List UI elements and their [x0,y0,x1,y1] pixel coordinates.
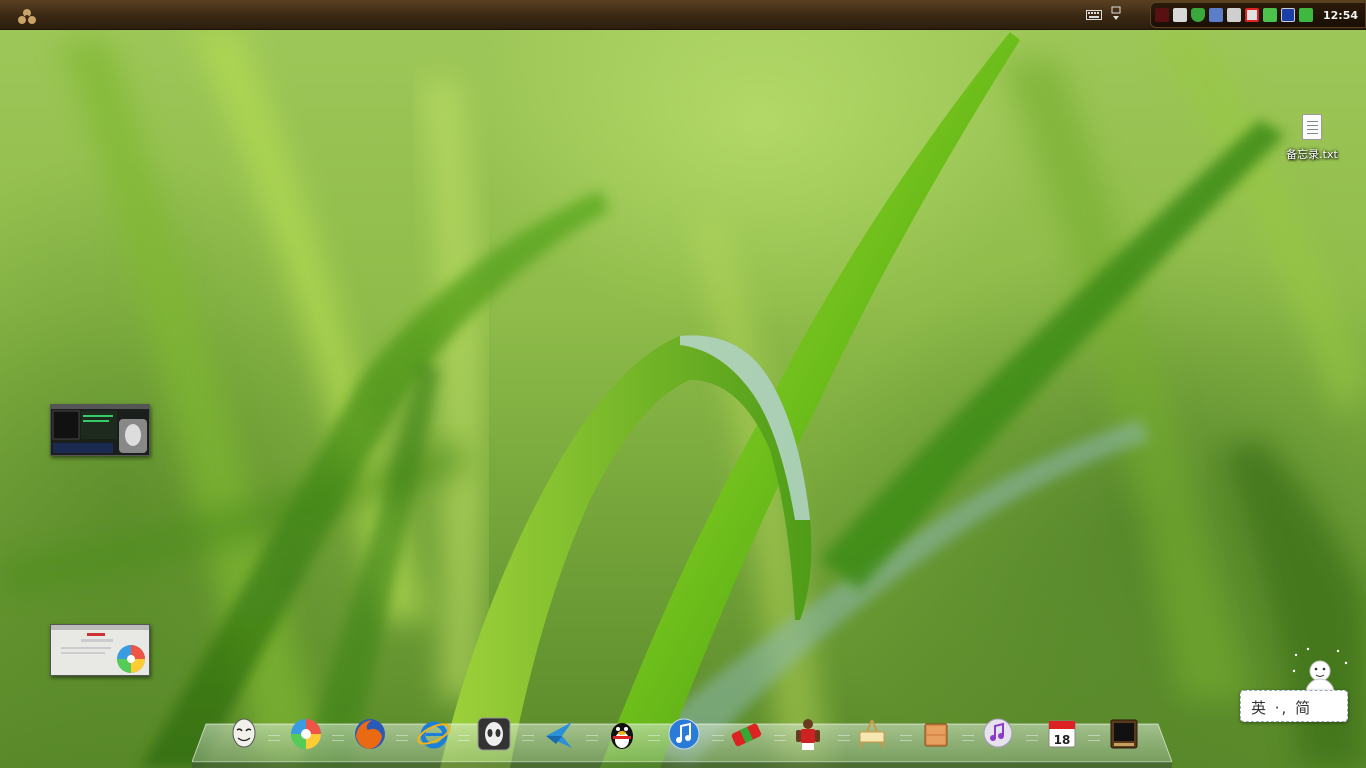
browser-preview-icon [51,625,149,673]
drawer-icon[interactable] [918,716,954,752]
dock-separator [396,735,408,741]
bluetooth-icon[interactable] [1227,8,1241,22]
dock-separator [332,735,344,741]
qq-penguin-icon[interactable] [604,716,640,752]
dock-separator [458,735,470,741]
dock-separator [838,735,850,741]
dock-separator [586,735,598,741]
toolbox-icon[interactable] [728,716,764,752]
window-thumbnail-player[interactable] [50,404,150,456]
network-arrows-icon[interactable] [1110,6,1122,24]
player-preview-icon [51,405,149,453]
dock-separator [712,735,724,741]
itunes-icon[interactable] [666,716,702,752]
dock-separator [962,735,974,741]
system-tray: 12:54 [1150,2,1366,28]
easel-icon[interactable] [854,716,890,752]
internet-explorer-icon[interactable] [416,716,452,752]
text-file-icon [1302,114,1322,140]
firefox-icon[interactable] [352,716,388,752]
anonymous-mask-icon[interactable] [226,716,262,752]
security-icon[interactable] [1263,8,1277,22]
dock-separator [900,735,912,741]
window-thumbnail-browser[interactable] [50,624,150,676]
dock-separator [522,735,534,741]
desktop-icon-memo[interactable]: 备忘录.txt [1280,114,1344,170]
dock-separator [1026,735,1038,741]
dock-separator [268,735,280,741]
radiation-start-icon[interactable] [16,7,38,25]
dock-separator [774,735,786,741]
battery-icon[interactable] [1299,8,1313,22]
red-spider-icon[interactable] [1155,8,1169,22]
display-icon[interactable] [1281,8,1295,22]
volume-muted-icon[interactable] [1245,8,1259,22]
ime-mode-label[interactable]: 英 ·, 简 [1251,697,1312,718]
network-icon[interactable] [1209,8,1223,22]
calendar-day: 18 [1054,733,1071,747]
color-pinwheel-icon[interactable] [288,716,324,752]
music-note-icon[interactable] [980,716,1016,752]
basketball-player-icon[interactable] [790,716,826,752]
monitor-box-icon[interactable] [1106,716,1142,752]
bird-icon[interactable] [542,716,578,752]
shield-icon[interactable] [1191,8,1205,22]
monitor-icon[interactable] [1173,8,1187,22]
keyboard-icon[interactable] [1086,10,1102,20]
desktop-icon-label: 备忘录.txt [1286,148,1338,161]
alienware-icon[interactable] [476,716,512,752]
clock[interactable]: 12:54 [1323,9,1358,22]
dock-separator [1088,735,1100,741]
top-panel: 12:54 [0,0,1366,30]
dock-separator [648,735,660,741]
ime-toolbar[interactable]: 英 ·, 简 [1240,690,1348,722]
calendar-icon[interactable]: 18 [1044,716,1080,752]
wallpaper-grass [0,30,1366,768]
